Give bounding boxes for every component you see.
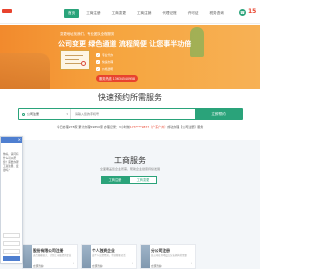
hero-feature-list: ✓ 专业代办 ✓ 快速办理 ✓ 价格透明	[96, 52, 113, 73]
chat-message-field[interactable]	[3, 249, 20, 254]
card-link[interactable]: 立即咨询	[151, 264, 161, 268]
desk-illustration	[0, 53, 50, 89]
hero-feature-label: 快速办理	[102, 60, 114, 64]
chevron-down-icon: ▾	[66, 112, 68, 116]
card-description: 适合规模较大、计划上市融资的企业	[33, 254, 72, 257]
hero-feature-label: 价格透明	[102, 67, 114, 71]
close-icon[interactable]: ×	[18, 137, 21, 143]
booking-title: 快速预约所需服务	[98, 93, 162, 102]
chat-name-field[interactable]	[3, 233, 20, 238]
phone-icon: ☎	[239, 9, 246, 16]
check-icon: ✓	[96, 60, 100, 64]
check-icon: ✓	[96, 67, 100, 71]
chat-header: ×	[1, 137, 22, 143]
hero-top-text: 变更地址找我们，专业团队全程服务	[60, 32, 115, 36]
card-image	[82, 245, 91, 268]
booking-stats-highlight: 173****9877（广东广州）	[129, 125, 168, 129]
chat-phone-field[interactable]	[3, 241, 20, 246]
card-link[interactable]: 立即咨询	[92, 264, 102, 268]
service-card[interactable]: 股份有限公司注册 适合规模较大、计划上市融资的企业 立即咨询 ›	[22, 244, 78, 269]
card-description: 总公司在异地设立分支机构的需要	[151, 254, 187, 257]
logo[interactable]	[2, 9, 12, 13]
booking-stats-suffix: 成功办理【公司注册】服务	[167, 125, 204, 129]
tab-change[interactable]: 工商变更	[129, 176, 157, 184]
services-tabs: 工商注册 工商变更	[101, 176, 157, 184]
chat-widget[interactable]: × 你好，请问有什么可以帮您？需要办理工商注册、变更吗？	[0, 136, 23, 264]
hero-feature: ✓ 价格透明	[96, 66, 113, 72]
nav-item-cancellation[interactable]: 工商注销	[133, 9, 155, 18]
service-select[interactable]: 公司注册 ▾	[19, 109, 71, 119]
hero-banner[interactable]: 变更地址找我们，专业团队全程服务 公司变更 绿色通道 流程简便 让您事半功倍 ✓…	[0, 25, 260, 89]
arrow-right-icon: ›	[190, 261, 192, 265]
tab-registration[interactable]: 工商注册	[101, 176, 129, 184]
business-license-illustration	[60, 50, 90, 70]
services-title: 工商服务	[114, 156, 146, 165]
nav-item-registration[interactable]: 工商注册	[82, 9, 104, 18]
seal-icon	[81, 61, 86, 66]
service-select-value: 公司注册	[27, 112, 40, 116]
phone-input[interactable]	[71, 109, 195, 119]
arrow-right-icon: ›	[72, 261, 74, 265]
services-subtitle: 全面覆盖您企业所需，帮助企业健康持续发展	[99, 167, 160, 171]
chat-message: 你好，请问有什么可以帮您？需要办理工商注册、变更吗？	[3, 153, 19, 172]
card-image	[141, 245, 150, 268]
booking-stats-prefix: 今日办理278家 累计办理59850家 办理记录：3小时前	[56, 125, 130, 129]
check-icon: ✓	[96, 53, 100, 57]
book-now-button[interactable]: 立即预约	[195, 109, 242, 119]
service-card[interactable]: 分公司注册 总公司在异地设立分支机构的需要 立即咨询 ›	[140, 244, 196, 269]
plant-illustration	[190, 27, 204, 57]
hotline-label: 服务热线 13634540958	[99, 77, 136, 81]
location-icon	[22, 112, 25, 116]
hero-feature: ✓ 快速办理	[96, 59, 113, 65]
service-card[interactable]: 个人独资企业 由个人出资经营，手续简便灵活 立即咨询 ›	[81, 244, 137, 269]
card-image	[23, 245, 32, 268]
hero-feature: ✓ 专业代办	[96, 52, 113, 58]
card-link[interactable]: 立即咨询	[33, 264, 43, 268]
chat-send-button[interactable]	[3, 256, 20, 261]
hotline-badge[interactable]: 服务热线 13634540958	[96, 75, 139, 82]
service-cards: 股份有限公司注册 适合规模较大、计划上市融资的企业 立即咨询 › 个人独资企业 …	[22, 244, 260, 269]
hero-title: 公司变更 绿色通道 流程简便 让您事半功倍	[58, 40, 192, 48]
nav-item-home[interactable]: 首页	[64, 9, 80, 18]
nav-item-license[interactable]: 许可证	[184, 9, 203, 18]
arrow-right-icon: ›	[131, 261, 133, 265]
booking-stats: 今日办理278家 累计办理59850家 办理记录：3小时前173****9877…	[0, 125, 260, 129]
nav-item-bookkeeping[interactable]: 代理记账	[158, 9, 180, 18]
hero-feature-label: 专业代办	[102, 53, 114, 57]
booking-form: 公司注册 ▾ 立即预约	[18, 108, 243, 120]
card-description: 由个人出资经营，手续简便灵活	[92, 254, 126, 257]
nav-item-tax[interactable]: 税务咨询	[205, 9, 227, 18]
nav-phone-number[interactable]: 15	[248, 8, 256, 15]
nav-menu: 首页 工商注册 工商变更 工商注销 代理记账 许可证 税务咨询	[64, 9, 231, 18]
top-navigation: 首页 工商注册 工商变更 工商注销 代理记账 许可证 税务咨询 ☎ 15	[0, 0, 260, 24]
nav-item-change[interactable]: 工商变更	[108, 9, 130, 18]
